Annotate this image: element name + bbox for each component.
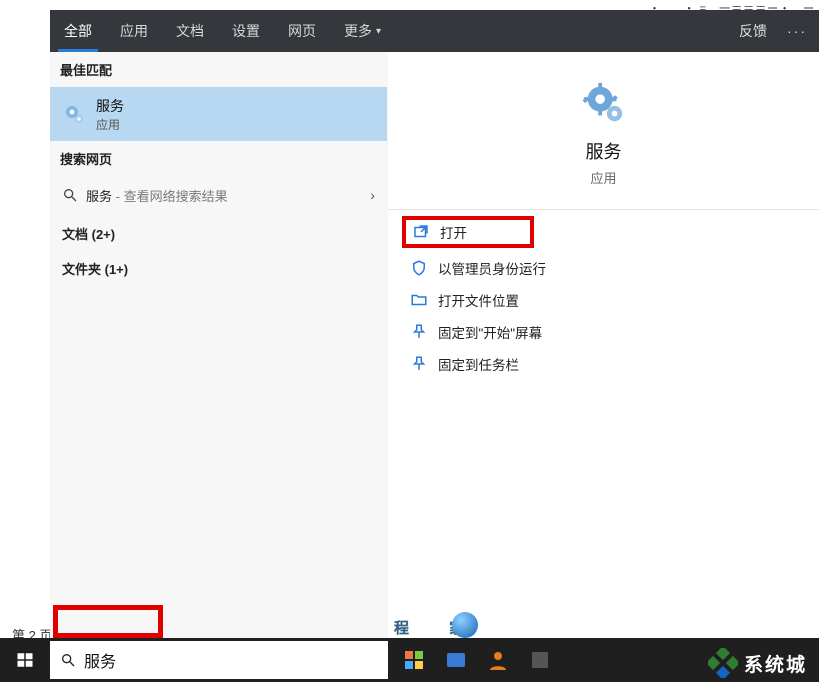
folders-heading[interactable]: 文件夹 (1+): [50, 249, 387, 284]
tab-web[interactable]: 网页: [274, 10, 330, 52]
folder-icon: [410, 291, 428, 309]
tab-documents[interactable]: 文档: [162, 10, 218, 52]
action-list: 打开 以管理员身份运行 打开文件位置 固定到"开始"屏幕: [388, 210, 819, 390]
taskbar-app-icon[interactable]: [402, 648, 426, 672]
action-label: 以管理员身份运行: [438, 258, 546, 278]
web-search-label: 服务 - 查看网络搜索结果: [86, 186, 228, 205]
detail-title: 服务: [388, 138, 819, 164]
pin-icon: [410, 355, 428, 373]
documents-heading[interactable]: 文档 (2+): [50, 214, 387, 249]
more-options-button[interactable]: ···: [781, 23, 813, 39]
chevron-right-icon: ›: [370, 187, 375, 203]
taskbar-search-wrap: [50, 638, 388, 682]
search-results-panel: 最佳匹配 服务 应用 搜索网页 服务 - 查看网络搜索结果 › 文档 (2+: [50, 52, 819, 642]
action-pin-taskbar[interactable]: 固定到任务栏: [404, 348, 803, 380]
taskbar-search-box[interactable]: [50, 641, 388, 679]
web-search-desc: - 查看网络搜索结果: [112, 189, 228, 204]
tab-settings[interactable]: 设置: [218, 10, 274, 52]
brand-diamond-icon: [708, 648, 738, 678]
search-web-heading: 搜索网页: [50, 141, 387, 176]
shield-icon: [410, 259, 428, 277]
background-ball-icon: [452, 612, 478, 638]
action-open-location[interactable]: 打开文件位置: [404, 284, 803, 316]
start-button[interactable]: [0, 638, 50, 682]
search-input[interactable]: [84, 651, 378, 669]
action-label: 打开文件位置: [438, 290, 519, 310]
action-label: 打开: [440, 222, 467, 242]
chevron-down-icon: ▾: [376, 26, 381, 37]
action-run-as-admin[interactable]: 以管理员身份运行: [404, 252, 803, 284]
tabs-container: 全部 应用 文档 设置 网页 更多 ▾: [50, 10, 395, 52]
detail-pane: 服务 应用 打开 以管理员身份运行 打开文件位置: [388, 52, 819, 642]
web-search-term: 服务: [86, 189, 112, 204]
tab-label: 更多: [344, 21, 372, 41]
brand-text: 系统城: [744, 650, 807, 677]
detail-subtitle: 应用: [388, 168, 819, 187]
result-title: 服务: [96, 96, 124, 116]
web-search-item[interactable]: 服务 - 查看网络搜索结果 ›: [50, 176, 387, 214]
action-label: 固定到"开始"屏幕: [438, 322, 542, 342]
feedback-button[interactable]: 反馈: [733, 21, 773, 41]
topbar-right: 反馈 ···: [733, 10, 813, 52]
taskbar-app-icon[interactable]: [486, 648, 510, 672]
tab-label: 网页: [288, 21, 316, 41]
tab-label: 应用: [120, 21, 148, 41]
result-subtitle: 应用: [96, 116, 124, 133]
tab-apps[interactable]: 应用: [106, 10, 162, 52]
tab-label: 设置: [232, 21, 260, 41]
open-icon: [412, 223, 430, 241]
tab-label: 文档: [176, 21, 204, 41]
result-text-block: 服务 应用: [96, 96, 124, 133]
action-open[interactable]: 打开: [402, 216, 534, 248]
tab-label: 全部: [64, 21, 92, 41]
tab-all[interactable]: 全部: [50, 10, 106, 52]
services-gear-icon: [581, 80, 627, 126]
detail-header: 服务 应用: [388, 52, 819, 210]
pin-icon: [410, 323, 428, 341]
search-icon: [62, 187, 78, 203]
taskbar: 系统城: [0, 638, 819, 682]
taskbar-app-icons: [402, 648, 552, 672]
services-gear-icon: [62, 102, 86, 126]
taskbar-app-icon[interactable]: [444, 648, 468, 672]
windows-logo-icon: [16, 651, 34, 669]
best-match-heading: 最佳匹配: [50, 52, 387, 87]
tab-more[interactable]: 更多 ▾: [330, 10, 395, 52]
action-pin-start[interactable]: 固定到"开始"屏幕: [404, 316, 803, 348]
search-icon: [60, 652, 76, 668]
results-left-column: 最佳匹配 服务 应用 搜索网页 服务 - 查看网络搜索结果 › 文档 (2+: [50, 52, 388, 642]
brand-watermark: 系统城: [708, 648, 807, 678]
taskbar-app-icon[interactable]: [528, 648, 552, 672]
action-label: 固定到任务栏: [438, 354, 519, 374]
search-tabs-bar: 全部 应用 文档 设置 网页 更多 ▾ 反馈 ···: [50, 10, 819, 52]
best-match-result[interactable]: 服务 应用: [50, 87, 387, 141]
